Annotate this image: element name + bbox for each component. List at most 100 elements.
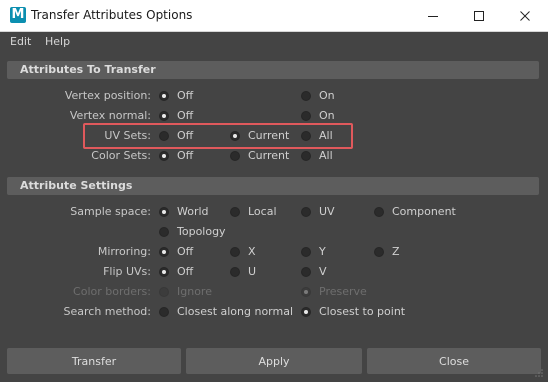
menu-bar: Edit Help bbox=[0, 32, 548, 52]
apply-button[interactable]: Apply bbox=[186, 348, 362, 374]
radio-dot bbox=[230, 246, 240, 257]
flip-uvs-v-radio[interactable]: V bbox=[301, 265, 327, 278]
radio-label: Off bbox=[177, 149, 194, 162]
radio-dot bbox=[301, 110, 311, 121]
radio-dot bbox=[230, 266, 240, 277]
radio-dot bbox=[159, 110, 169, 121]
search-method-label: Search method: bbox=[63, 305, 151, 318]
radio-dot bbox=[159, 286, 169, 297]
radio-label: Closest to point bbox=[319, 305, 406, 318]
radio-label: World bbox=[177, 205, 209, 218]
radio-label: V bbox=[319, 265, 327, 278]
radio-label: Current bbox=[248, 149, 290, 162]
radio-dot bbox=[230, 130, 240, 141]
window-title: Transfer Attributes Options bbox=[31, 8, 193, 22]
radio-dot bbox=[301, 206, 311, 217]
close-window-button[interactable] bbox=[502, 0, 548, 31]
radio-label: Z bbox=[392, 245, 400, 258]
radio-dot bbox=[230, 206, 240, 217]
radio-label: Closest along normal bbox=[177, 305, 294, 318]
vertex-normal-on-radio[interactable]: On bbox=[301, 109, 335, 122]
options-content: Attributes To Transfer Vertex position: … bbox=[0, 52, 548, 342]
radio-dot bbox=[159, 130, 169, 141]
vertex-normal-off-radio[interactable]: Off bbox=[159, 109, 193, 122]
color-sets-off-radio[interactable]: Off bbox=[159, 149, 193, 162]
radio-dot bbox=[159, 306, 169, 317]
maya-app-icon: M bbox=[10, 7, 26, 23]
radio-dot bbox=[159, 206, 169, 217]
vertex-normal-label: Vertex normal: bbox=[69, 109, 151, 122]
radio-label: UV bbox=[319, 205, 335, 218]
radio-dot bbox=[301, 246, 311, 257]
color-borders-label: Color borders: bbox=[73, 285, 151, 298]
radio-dot bbox=[374, 206, 384, 217]
menu-help[interactable]: Help bbox=[45, 35, 70, 48]
mirroring-off-radio[interactable]: Off bbox=[159, 245, 193, 258]
search-method-closest-to-point-radio[interactable]: Closest to point bbox=[301, 305, 405, 318]
uv-sets-off-radio[interactable]: Off bbox=[159, 129, 193, 142]
color-borders-ignore-radio: Ignore bbox=[159, 285, 212, 298]
color-sets-current-radio[interactable]: Current bbox=[230, 149, 289, 162]
radio-dot bbox=[301, 286, 311, 297]
uv-sets-label: UV Sets: bbox=[104, 129, 151, 142]
radio-dot bbox=[301, 90, 311, 101]
sample-space-local-radio[interactable]: Local bbox=[230, 205, 277, 218]
color-borders-preserve-radio: Preserve bbox=[301, 285, 367, 298]
radio-label: All bbox=[319, 129, 333, 142]
radio-label: U bbox=[248, 265, 257, 278]
color-sets-label: Color Sets: bbox=[91, 149, 151, 162]
vertex-position-on-radio[interactable]: On bbox=[301, 89, 335, 102]
radio-label: Y bbox=[319, 245, 326, 258]
radio-dot bbox=[159, 246, 169, 257]
vertex-position-off-radio[interactable]: Off bbox=[159, 89, 193, 102]
search-method-closest-along-normal-radio[interactable]: Closest along normal bbox=[159, 305, 293, 318]
radio-dot bbox=[159, 266, 169, 277]
maximize-button[interactable] bbox=[456, 0, 502, 31]
mirroring-z-radio[interactable]: Z bbox=[374, 245, 400, 258]
title-bar: M Transfer Attributes Options bbox=[0, 0, 548, 32]
close-button[interactable]: Close bbox=[367, 348, 541, 374]
transfer-button[interactable]: Transfer bbox=[7, 348, 181, 374]
flip-uvs-u-radio[interactable]: U bbox=[230, 265, 256, 278]
uv-sets-all-radio[interactable]: All bbox=[301, 129, 333, 142]
maximize-icon bbox=[474, 10, 484, 21]
flip-uvs-label: Flip UVs: bbox=[103, 265, 151, 278]
uv-sets-current-radio[interactable]: Current bbox=[230, 129, 289, 142]
radio-dot bbox=[159, 226, 169, 237]
radio-label: Preserve bbox=[319, 285, 367, 298]
color-sets-all-radio[interactable]: All bbox=[301, 149, 333, 162]
radio-dot bbox=[374, 246, 384, 257]
radio-label: All bbox=[319, 149, 333, 162]
radio-label: Off bbox=[177, 109, 194, 122]
radio-label: Topology bbox=[177, 225, 226, 238]
mirroring-y-radio[interactable]: Y bbox=[301, 245, 326, 258]
radio-label: Component bbox=[392, 205, 456, 218]
minimize-button[interactable] bbox=[410, 0, 456, 31]
resize-grip-icon[interactable] bbox=[534, 368, 544, 378]
sample-space-label: Sample space: bbox=[70, 205, 151, 218]
radio-dot bbox=[301, 130, 311, 141]
radio-label: Local bbox=[248, 205, 277, 218]
sample-space-component-radio[interactable]: Component bbox=[374, 205, 456, 218]
minimize-icon bbox=[428, 15, 438, 17]
sample-space-topology-radio[interactable]: Topology bbox=[159, 225, 226, 238]
radio-label: On bbox=[319, 109, 335, 122]
radio-label: Off bbox=[177, 265, 194, 278]
radio-label: Ignore bbox=[177, 285, 212, 298]
mirroring-label: Mirroring: bbox=[97, 245, 151, 258]
sample-space-uv-radio[interactable]: UV bbox=[301, 205, 335, 218]
radio-label: Off bbox=[177, 129, 194, 142]
flip-uvs-off-radio[interactable]: Off bbox=[159, 265, 193, 278]
radio-label: On bbox=[319, 89, 335, 102]
section-attribute-settings[interactable]: Attribute Settings bbox=[7, 177, 539, 195]
section-attributes-to-transfer[interactable]: Attributes To Transfer bbox=[7, 61, 539, 79]
radio-dot bbox=[159, 150, 169, 161]
menu-edit[interactable]: Edit bbox=[10, 35, 31, 48]
radio-label: Off bbox=[177, 245, 194, 258]
sample-space-world-radio[interactable]: World bbox=[159, 205, 209, 218]
radio-label: Off bbox=[177, 89, 194, 102]
radio-dot bbox=[230, 150, 240, 161]
radio-dot bbox=[301, 150, 311, 161]
radio-label: Current bbox=[248, 129, 290, 142]
mirroring-x-radio[interactable]: X bbox=[230, 245, 256, 258]
